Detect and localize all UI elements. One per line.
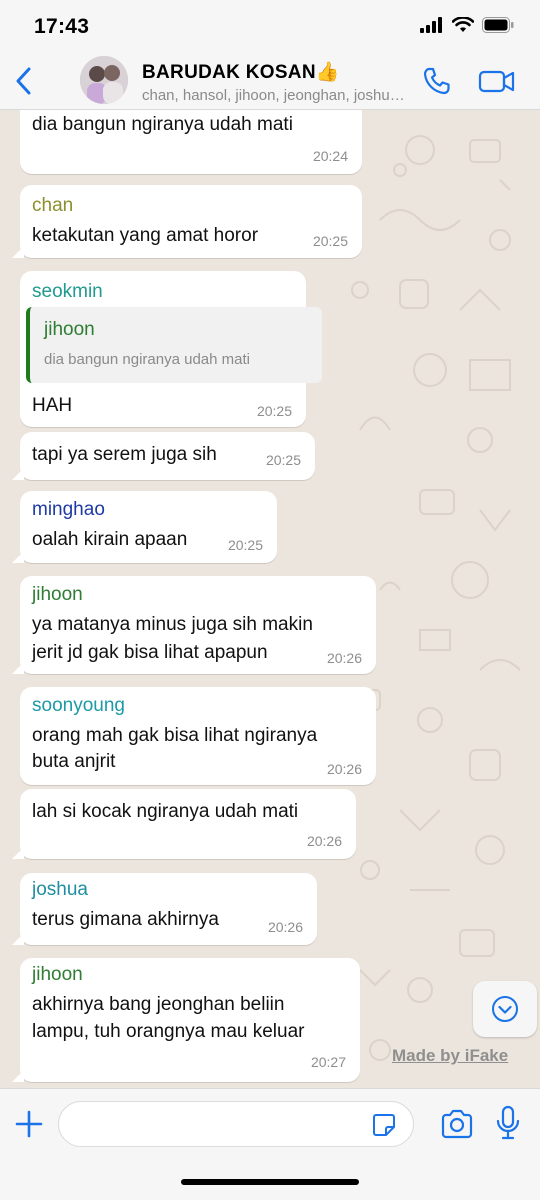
sender-name[interactable]: minghao [32, 499, 105, 521]
voice-call-button[interactable] [420, 64, 454, 98]
camera-icon [441, 1109, 473, 1139]
back-icon [16, 67, 31, 95]
sender-name[interactable]: joshua [32, 879, 88, 901]
chat-title[interactable]: BARUDAK KOSAN👍 [142, 60, 340, 84]
chat-participants[interactable]: chan, hansol, jihoon, jeonghan, joshua, … [142, 87, 412, 104]
status-icons [420, 17, 514, 33]
battery-icon [482, 17, 514, 33]
message-bubble[interactable]: soonyoung orang mah gak bisa lihat ngira… [20, 687, 376, 785]
quoted-sender: jihoon [44, 319, 95, 340]
microphone-button[interactable] [496, 1105, 520, 1141]
wifi-icon [452, 17, 474, 32]
video-camera-icon [478, 70, 515, 93]
microphone-icon [496, 1105, 520, 1140]
status-time: 17:43 [34, 15, 90, 38]
message-time: 20:26 [267, 919, 303, 935]
message-text: dia bangun ngiranya udah mati [32, 114, 293, 135]
status-bar: 17:43 [0, 0, 540, 52]
signal-icon [420, 17, 442, 33]
message-text: terus gimana akhirnya [32, 909, 219, 930]
message-text: HAH [32, 395, 73, 416]
message-bubble[interactable]: joshua terus gimana akhirnya 20:26 [12, 873, 317, 945]
message-text-line: akhirnya bang jeonghan beliin [32, 994, 285, 1015]
input-bar [0, 1088, 540, 1200]
message-text: lah si kocak ngiranya udah mati [32, 801, 299, 822]
message-bubble[interactable]: chan ketakutan yang amat horor 20:25 [12, 185, 362, 258]
sender-name[interactable]: jihoon [32, 584, 83, 606]
message-text-line: buta anjrit [32, 751, 116, 772]
message-time: 20:27 [310, 1054, 346, 1070]
message-text-line: ya matanya minus juga sih makin [32, 614, 313, 635]
message-text: tapi ya serem juga sih [32, 444, 217, 465]
quoted-text: dia bangun ngiranya udah mati [44, 351, 250, 368]
message-bubble[interactable]: dia bangun ngiranya udah mati 20:24 [20, 110, 362, 174]
message-bubble[interactable]: tapi ya serem juga sih 20:25 [12, 432, 315, 480]
sender-name[interactable]: jihoon [32, 964, 83, 986]
plus-icon [15, 1110, 43, 1138]
message-time: 20:24 [312, 148, 348, 164]
chat-header: BARUDAK KOSAN👍 chan, hansol, jihoon, jeo… [0, 52, 540, 110]
message-bubble[interactable]: lah si kocak ngiranya udah mati 20:26 [12, 789, 356, 859]
sticker-button[interactable] [372, 1113, 396, 1137]
message-text: oalah kirain apaan [32, 529, 188, 550]
sticker-icon [373, 1114, 395, 1136]
message-text-line: orang mah gak bisa lihat ngiranya [32, 725, 318, 746]
chat-area[interactable]: dia bangun ngiranya udah mati 20:24 chan… [0, 110, 540, 1088]
watermark: Made by iFake [392, 1046, 509, 1065]
attach-button[interactable] [14, 1109, 44, 1139]
message-time: 20:25 [312, 233, 348, 249]
message-input[interactable] [58, 1101, 414, 1147]
message-time: 20:26 [306, 833, 342, 849]
message-text-line: lampu, tuh orangnya mau keluar [32, 1021, 305, 1042]
sender-name[interactable]: chan [32, 195, 73, 217]
back-button[interactable] [8, 62, 38, 100]
message-text: ketakutan yang amat horor [32, 225, 259, 246]
group-photo [80, 56, 128, 104]
message-bubble[interactable]: seokmin jihoon dia bangun ngiranya udah … [20, 271, 322, 427]
chevron-down-icon [492, 996, 518, 1022]
quoted-message[interactable]: jihoon dia bangun ngiranya udah mati [26, 307, 322, 383]
message-time: 20:25 [265, 452, 301, 468]
message-time: 20:26 [326, 761, 362, 777]
sender-name[interactable]: seokmin [32, 281, 103, 303]
message-bubble[interactable]: minghao oalah kirain apaan 20:25 [12, 491, 277, 563]
home-indicator[interactable] [181, 1179, 359, 1185]
scroll-to-bottom-button[interactable] [473, 981, 537, 1037]
message-text-line: jerit jd gak bisa lihat apapun [32, 642, 268, 663]
camera-button[interactable] [440, 1109, 474, 1139]
message-time: 20:26 [326, 650, 362, 666]
message-bubble[interactable]: jihoon ya matanya minus juga sih makin j… [12, 576, 376, 674]
video-call-button[interactable] [478, 64, 516, 98]
message-time: 20:25 [256, 403, 292, 419]
phone-icon [423, 67, 450, 95]
sender-name[interactable]: soonyoung [32, 695, 125, 717]
message-bubble[interactable]: jihoon akhirnya bang jeonghan beliin lam… [12, 958, 360, 1082]
group-avatar[interactable] [80, 56, 128, 104]
message-time: 20:25 [227, 537, 263, 553]
